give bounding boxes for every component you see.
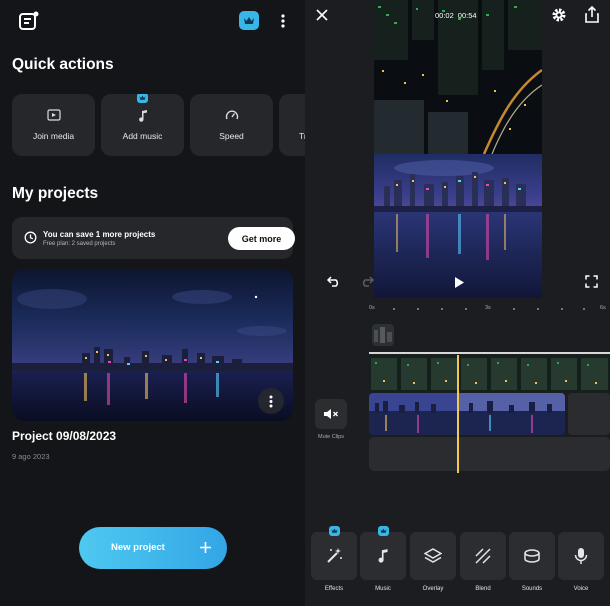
speedometer-icon	[225, 110, 238, 120]
get-more-button[interactable]: Get more	[228, 227, 295, 250]
plus-icon	[200, 542, 211, 553]
settings-gear-icon[interactable]	[550, 6, 568, 24]
tool-label: Effects	[324, 586, 344, 592]
quick-action-label: Join media	[32, 131, 75, 141]
tool-label: Overlay	[422, 586, 444, 592]
tool-blend[interactable]: Blend	[460, 532, 506, 592]
ruler-label-start: 0s	[369, 305, 375, 311]
audio-track-thumbnail[interactable]	[372, 324, 394, 346]
current-time: 00:02	[435, 11, 454, 20]
save-limit-text: You can save 1 more projects	[43, 230, 156, 239]
playhead[interactable]	[457, 355, 459, 473]
premium-crown-icon[interactable]	[239, 11, 259, 30]
add-clip-slot[interactable]	[568, 393, 610, 435]
drum-icon	[524, 549, 540, 563]
tool-label: Blend	[475, 586, 491, 592]
my-projects-title: My projects	[12, 185, 99, 202]
tool-effects[interactable]: Effects	[311, 526, 357, 592]
clock-icon	[24, 231, 37, 244]
magic-wand-icon	[327, 548, 342, 563]
speaker-muted-icon	[324, 409, 338, 419]
editor-toolbar: Effects Music Overlay Blend Sounds Voice	[305, 526, 610, 606]
join-media-icon	[46, 109, 61, 121]
app-logo-icon[interactable]	[17, 9, 41, 33]
redo-icon[interactable]	[359, 273, 375, 289]
tool-label: Voice	[573, 586, 589, 592]
quick-action-add-music[interactable]: Add music	[101, 94, 184, 156]
audio-track-line	[369, 352, 610, 354]
fullscreen-icon[interactable]	[584, 274, 598, 288]
playback-time: 00:02 00:54	[435, 11, 481, 20]
editor-screen: 00:02 00:54 0s 3s 6s Mute Clips Effects …	[305, 0, 610, 606]
tool-label: Sounds	[521, 586, 543, 592]
layers-icon	[424, 548, 442, 563]
close-icon[interactable]	[314, 7, 330, 23]
total-time: 00:54	[457, 11, 477, 20]
tool-sounds[interactable]: Sounds	[509, 532, 555, 592]
quick-actions-title: Quick actions	[12, 56, 114, 73]
project-name[interactable]: Project 09/08/2023	[12, 429, 116, 443]
music-note-icon	[138, 110, 147, 122]
mute-clips-label: Mute Clips	[318, 434, 344, 440]
preview-video-top	[374, 0, 542, 154]
home-screen: Quick actions Join media Add music Speed…	[0, 0, 305, 606]
plan-info-text: Free plan: 2 saved projects	[43, 241, 116, 247]
quick-action-trim[interactable]: Tr	[279, 94, 305, 156]
blend-icon	[475, 548, 491, 564]
music-note-icon	[378, 549, 388, 563]
quick-action-join-media[interactable]: Join media	[12, 94, 95, 156]
premium-crown-icon	[329, 526, 340, 536]
ruler-label-mid: 3s	[485, 305, 491, 311]
tool-voice[interactable]: Voice	[558, 532, 604, 592]
share-icon[interactable]	[583, 5, 601, 23]
quick-action-speed[interactable]: Speed	[190, 94, 273, 156]
mute-clips-button[interactable]	[315, 399, 347, 429]
tool-overlay[interactable]: Overlay	[410, 532, 456, 592]
ruler-label-end: 6s	[600, 305, 606, 311]
quick-action-label: Tr	[299, 131, 305, 141]
quick-actions-row: Join media Add music Speed T	[12, 94, 305, 156]
audio-clip-track[interactable]	[369, 437, 610, 471]
quick-action-label: Add music	[122, 131, 163, 141]
project-date: 9 ago 2023	[12, 452, 50, 461]
project-more-icon[interactable]	[258, 388, 284, 414]
premium-crown-icon	[378, 526, 389, 536]
tool-label: Music	[375, 586, 391, 592]
main-clip-track[interactable]	[369, 393, 565, 435]
new-project-button[interactable]: New project	[79, 527, 227, 569]
project-thumbnail[interactable]	[12, 269, 293, 421]
undo-icon[interactable]	[326, 273, 342, 289]
premium-crown-icon	[137, 94, 148, 103]
overlay-clip-track[interactable]	[369, 356, 610, 392]
save-limit-banner: You can save 1 more projects Free plan: …	[12, 217, 295, 259]
timeline-ruler[interactable]: 0s 3s 6s	[369, 300, 610, 314]
more-options-icon[interactable]	[276, 10, 290, 32]
tool-music[interactable]: Music	[360, 526, 406, 592]
new-project-label: New project	[111, 542, 165, 553]
microphone-icon	[574, 548, 588, 564]
play-icon[interactable]	[452, 274, 466, 290]
quick-action-label: Speed	[219, 131, 244, 141]
